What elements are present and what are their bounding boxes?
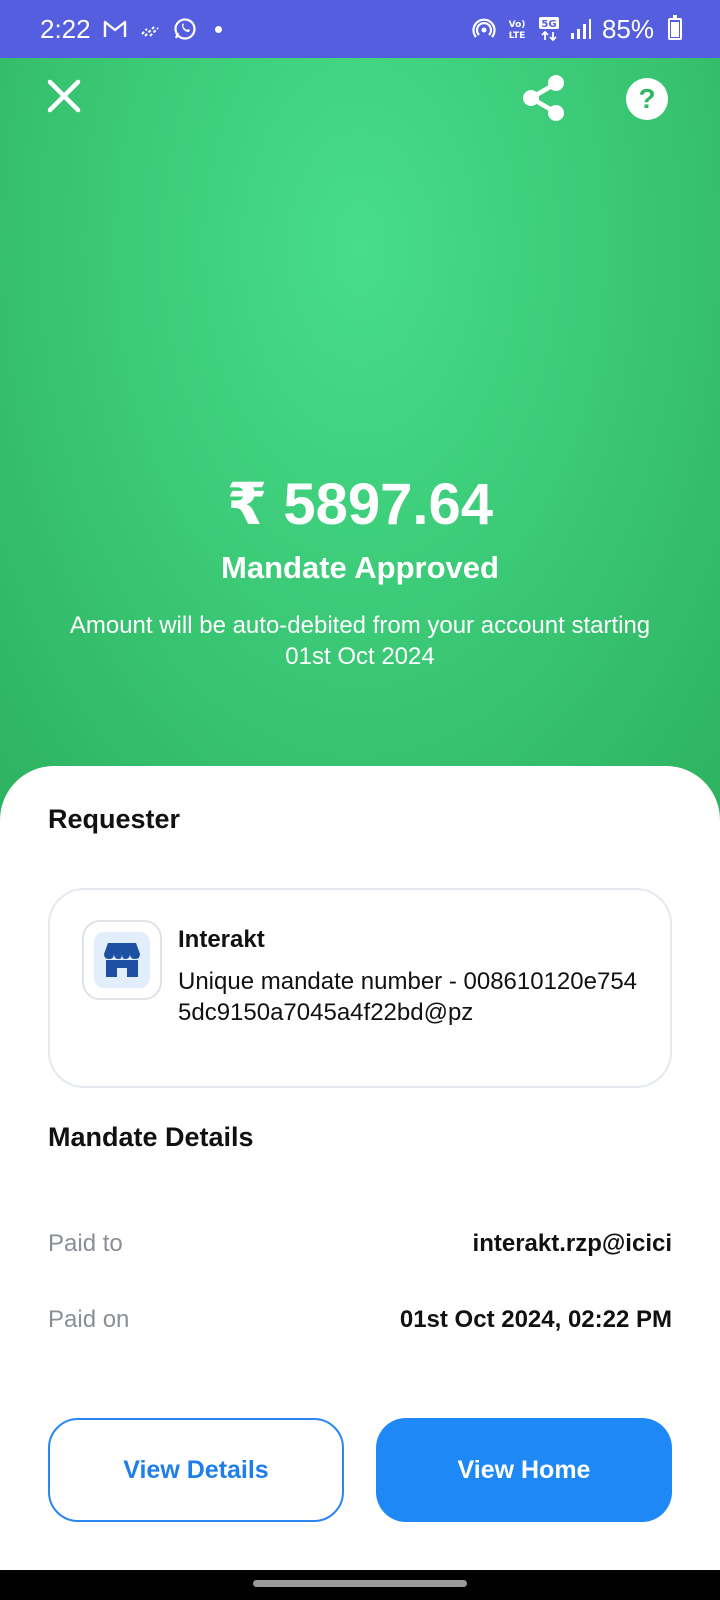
svg-text:5G: 5G (541, 19, 556, 30)
navigation-bar (0, 1570, 720, 1600)
mandate-status-title: Mandate Approved (221, 550, 499, 585)
requester-card: Interakt Unique mandate number - 0086101… (48, 888, 672, 1088)
mandate-status-subtitle: Amount will be auto-debited from your ac… (69, 612, 651, 670)
view-details-button[interactable]: View Details (48, 1418, 344, 1522)
volte-icon: Vo) LTE (506, 17, 528, 41)
whatsapp-icon (173, 17, 197, 41)
close-button[interactable] (40, 72, 88, 120)
status-bar: 2:22 Vo) LTE 5G 85% (0, 0, 720, 58)
requester-section-title: Requester (48, 804, 181, 834)
cast-icon (139, 19, 161, 39)
hotspot-icon (472, 17, 496, 41)
details-sheet: Requester Interakt Unique mandate number… (0, 766, 720, 1570)
detail-row-paid-on: Paid on 01st Oct 2024, 02:22 PM (48, 1306, 672, 1334)
home-gesture-handle[interactable] (253, 1580, 467, 1587)
status-time: 2:22 (40, 13, 91, 44)
hero-banner: ? ₹ 5897.64 Mandate Approved Amount will… (0, 58, 720, 818)
help-button[interactable]: ? (626, 78, 668, 120)
paid-on-value: 01st Oct 2024, 02:22 PM (399, 1306, 672, 1333)
paid-to-value: interakt.rzp@icici (472, 1230, 672, 1257)
mandate-details-title: Mandate Details (48, 1122, 254, 1152)
view-home-button[interactable]: View Home (376, 1418, 672, 1522)
battery-icon (668, 15, 682, 40)
svg-text:LTE: LTE (509, 31, 526, 41)
signal-icon (570, 18, 592, 40)
requester-name: Interakt (178, 926, 265, 953)
paid-to-label: Paid to (48, 1230, 123, 1257)
battery-percent: 85% (601, 13, 654, 44)
mandate-amount: ₹ 5897.64 (226, 472, 494, 537)
share-button[interactable] (518, 72, 570, 124)
detail-row-paid-to: Paid to interakt.rzp@icici (48, 1230, 672, 1258)
gmail-icon (103, 19, 127, 39)
5g-icon: 5G (538, 16, 560, 42)
notification-dot (214, 25, 222, 33)
share-icon (523, 75, 564, 121)
paid-on-label: Paid on (48, 1306, 130, 1333)
svg-text:Vo): Vo) (509, 20, 526, 30)
unique-mandate-number: Unique mandate number - 008610120e7545dc… (178, 968, 638, 1026)
requester-logo (82, 920, 162, 1000)
close-icon (47, 79, 81, 113)
help-icon: ? (638, 83, 656, 114)
store-icon (104, 943, 140, 977)
